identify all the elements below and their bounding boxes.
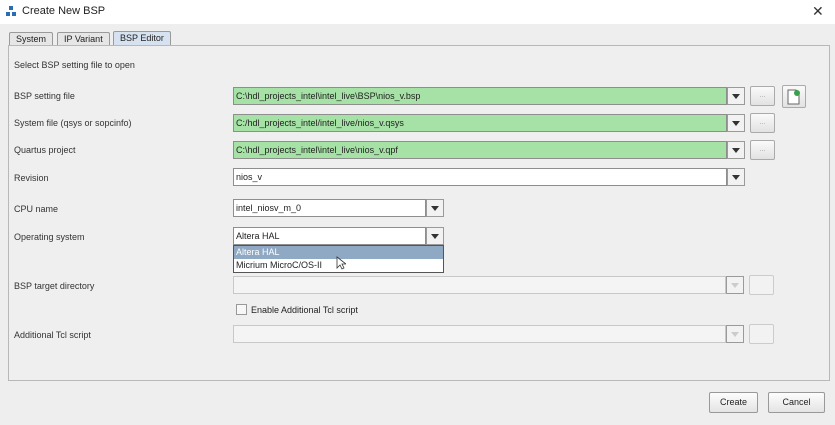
- enable-tcl-checkbox[interactable]: [236, 304, 247, 315]
- chevron-down-icon[interactable]: [727, 114, 745, 132]
- window-title: Create New BSP: [22, 5, 106, 17]
- additional-tcl-label: Additional Tcl script: [14, 330, 91, 340]
- revision-label: Revision: [14, 173, 49, 183]
- quartus-browse-button[interactable]: ...: [750, 140, 775, 160]
- bsp-setting-file-label: BSP setting file: [14, 91, 75, 101]
- quartus-project-label: Quartus project: [14, 145, 76, 155]
- bsp-target-browse-button[interactable]: [749, 275, 774, 295]
- system-file-label: System file (qsys or sopcinfo): [14, 118, 132, 128]
- chevron-down-icon: [726, 325, 744, 343]
- chevron-down-icon[interactable]: [426, 227, 444, 245]
- tab-ip-variant[interactable]: IP Variant: [57, 32, 110, 45]
- bsp-target-directory-label: BSP target directory: [14, 281, 95, 291]
- chevron-down-icon: [726, 276, 744, 294]
- bsp-browse-button[interactable]: ...: [750, 86, 775, 106]
- system-file-input[interactable]: C:/hdl_projects_intel/intel_live/nios_v.…: [233, 114, 727, 132]
- mouse-cursor-icon: [336, 256, 346, 270]
- tab-bsp-editor[interactable]: BSP Editor: [113, 31, 171, 45]
- cancel-button[interactable]: Cancel: [768, 392, 825, 413]
- chevron-down-icon[interactable]: [727, 87, 745, 105]
- chevron-down-icon[interactable]: [727, 168, 745, 186]
- new-bsp-file-button[interactable]: [782, 85, 806, 108]
- cpu-name-select[interactable]: intel_niosv_m_0: [233, 199, 426, 217]
- bsp-setting-file-input[interactable]: C:\hdl_projects_intel\intel_live\BSP\nio…: [233, 87, 727, 105]
- title-bar: Create New BSP ✕: [0, 0, 835, 24]
- chevron-down-icon[interactable]: [727, 141, 745, 159]
- new-file-icon: [787, 89, 800, 105]
- instruction-text: Select BSP setting file to open: [14, 60, 135, 70]
- additional-tcl-input[interactable]: [233, 325, 726, 343]
- quartus-project-input[interactable]: C:\hdl_projects_intel\intel_live\nios_v.…: [233, 141, 727, 159]
- enable-tcl-label: Enable Additional Tcl script: [251, 305, 358, 315]
- system-browse-button[interactable]: ...: [750, 113, 775, 133]
- operating-system-label: Operating system: [14, 232, 85, 242]
- operating-system-select[interactable]: Altera HAL: [233, 227, 426, 245]
- cpu-name-label: CPU name: [14, 204, 59, 214]
- tab-system[interactable]: System: [9, 32, 54, 45]
- create-button[interactable]: Create: [709, 392, 758, 413]
- chevron-down-icon[interactable]: [426, 199, 444, 217]
- bsp-target-directory-input[interactable]: [233, 276, 726, 294]
- tcl-browse-button[interactable]: [749, 324, 774, 344]
- app-icon: [6, 6, 16, 16]
- close-icon[interactable]: ✕: [812, 3, 824, 20]
- revision-select[interactable]: nios_v: [233, 168, 727, 186]
